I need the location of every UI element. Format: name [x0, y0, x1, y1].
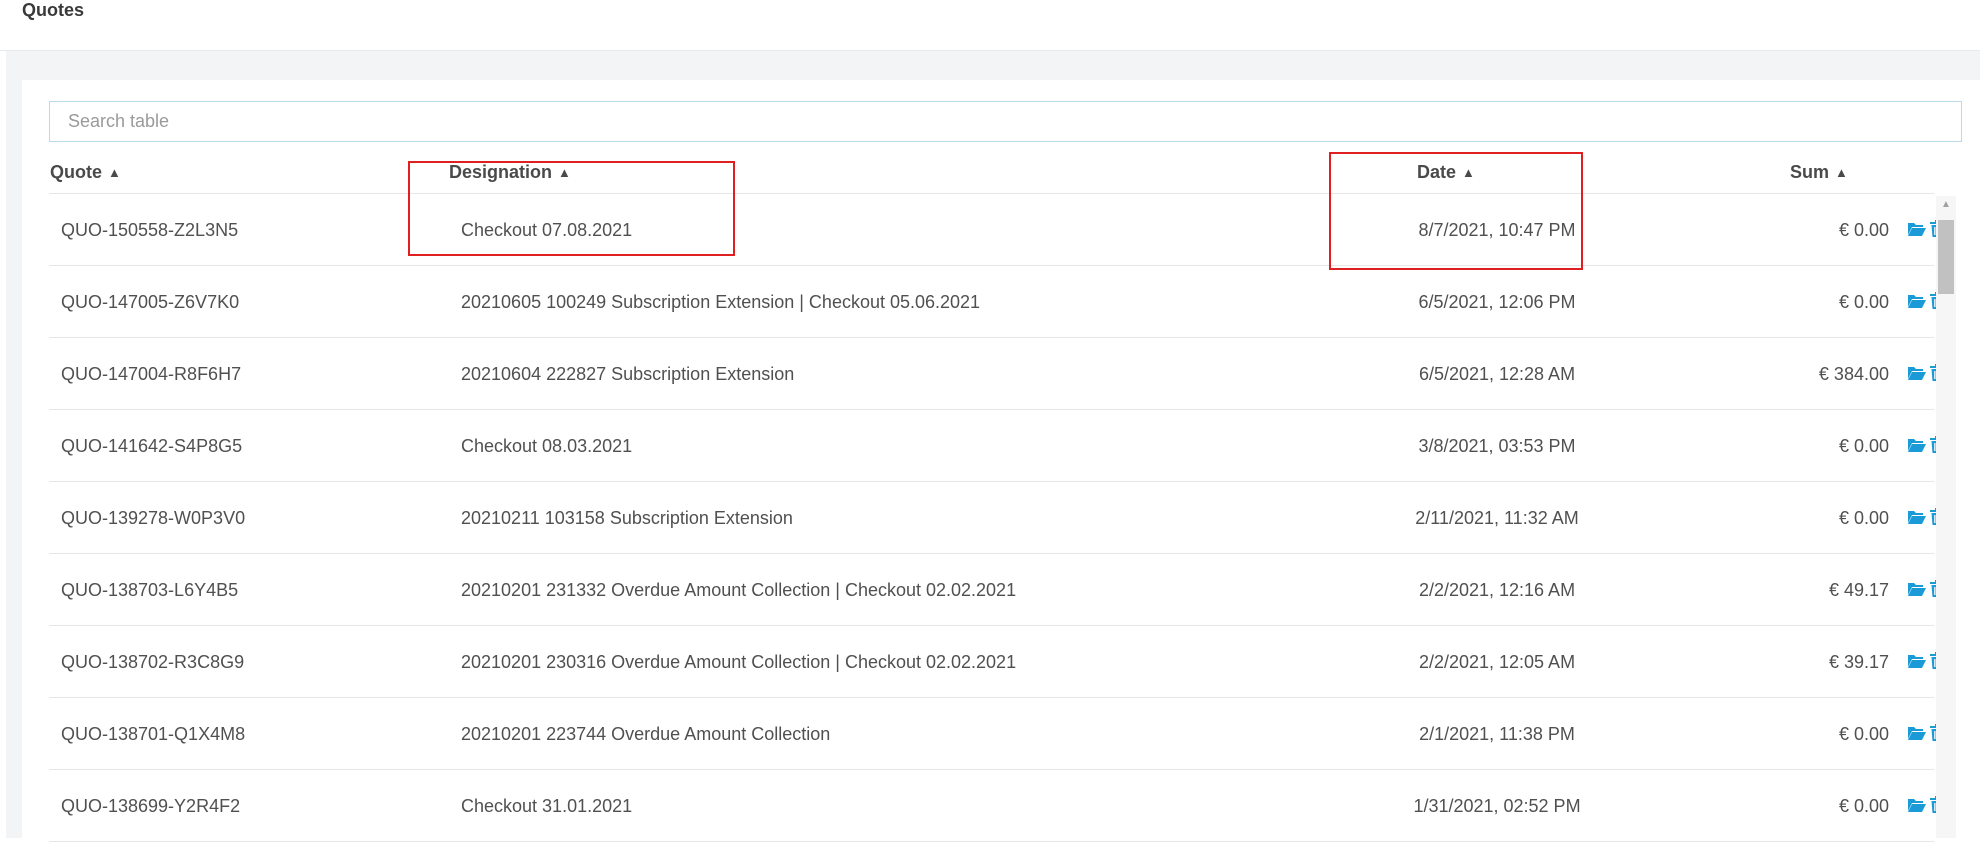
cell-sum: € 0.00	[1838, 724, 1889, 744]
cell-date: 2/2/2021, 12:16 AM	[1418, 580, 1576, 600]
cell-designation: 20210605 100249 Subscription Extension |…	[461, 292, 981, 312]
cell-date: 3/8/2021, 03:53 PM	[1418, 436, 1576, 456]
table-row[interactable]: QUO-138701-Q1X4M8 20210201 223744 Overdue…	[49, 698, 1944, 771]
cell-designation: Checkout 07.08.2021	[461, 220, 633, 240]
column-header-label: Sum	[1790, 162, 1830, 182]
cell-designation: 20210201 231332 Overdue Amount Collectio…	[461, 580, 1017, 600]
sort-icon: ▲︎	[558, 165, 571, 180]
folder-open-icon[interactable]	[1907, 411, 1927, 483]
scrollbar[interactable]: ▲	[1936, 196, 1956, 838]
cell-quote: QUO-138701-Q1X4M8	[61, 724, 246, 744]
folder-open-icon[interactable]	[1907, 699, 1927, 771]
folder-open-icon[interactable]	[1907, 195, 1927, 267]
cell-date: 6/5/2021, 12:28 AM	[1418, 364, 1576, 384]
cell-designation: 20210201 223744 Overdue Amount Collectio…	[461, 724, 831, 744]
column-header-label: Designation	[449, 162, 553, 182]
cell-designation: Checkout 08.03.2021	[461, 436, 633, 456]
table-row[interactable]: QUO-147004-R8F6H7 20210604 222827 Subscri…	[49, 338, 1944, 411]
cell-sum: € 384.00	[1818, 364, 1889, 384]
cell-sum: € 0.00	[1838, 796, 1889, 816]
table-row[interactable]: QUO-147005-Z6V7K0 20210605 100249 Subscri…	[49, 266, 1944, 339]
table-row[interactable]: QUO-141642-S4P8G5 Checkout 08.03.2021 3/8/…	[49, 410, 1944, 483]
column-header-designation[interactable]: Designation ▲︎	[449, 160, 571, 184]
cell-date: 2/1/2021, 11:38 PM	[1419, 724, 1575, 744]
sort-icon: ▲︎	[108, 165, 121, 180]
cell-quote: QUO-150558-Z2L3N5	[61, 220, 239, 240]
folder-open-icon[interactable]	[1907, 555, 1927, 627]
table-row[interactable]: QUO-138703-L6Y4B5 20210201 231332 Overdue…	[49, 554, 1944, 627]
table-row[interactable]: QUO-150558-Z2L3N5 Checkout 07.08.2021 8/7/…	[49, 194, 1944, 267]
sort-icon: ▲︎	[1462, 165, 1475, 180]
folder-open-icon[interactable]	[1907, 339, 1927, 411]
sort-icon: ▲︎	[1835, 165, 1848, 180]
cell-date: 2/11/2021, 11:32 AM	[1415, 508, 1579, 528]
cell-date: 8/7/2021, 10:47 PM	[1418, 220, 1576, 240]
cell-quote: QUO-138699-Y2R4F2	[61, 796, 241, 816]
cell-designation: Checkout 31.01.2021	[461, 796, 633, 816]
cell-quote: QUO-138703-L6Y4B5	[61, 580, 239, 600]
folder-open-icon[interactable]	[1907, 483, 1927, 555]
cell-sum: € 0.00	[1838, 436, 1889, 456]
column-header-label: Date	[1417, 162, 1457, 182]
cell-sum: € 39.17	[1828, 652, 1889, 672]
page-header: Quotes	[0, 0, 1980, 51]
cell-quote: QUO-139278-W0P3V0	[61, 508, 246, 528]
column-header-sum[interactable]: Sum ▲︎	[1790, 160, 1848, 184]
folder-open-icon[interactable]	[1907, 267, 1927, 339]
cell-date: 6/5/2021, 12:06 PM	[1418, 292, 1576, 312]
quotes-table-body: QUO-150558-Z2L3N5 Checkout 07.08.2021 8/7/…	[49, 194, 1944, 843]
cell-sum: € 0.00	[1838, 220, 1889, 240]
column-header-label: Quote	[50, 162, 102, 182]
cell-date: 2/2/2021, 12:05 AM	[1418, 652, 1576, 672]
search-input[interactable]	[49, 101, 1962, 142]
cell-designation: 20210211 103158 Subscription Extension	[461, 508, 793, 528]
table-row[interactable]: QUO-139278-W0P3V0 20210211 103158 Subscri…	[49, 482, 1944, 555]
cell-quote: QUO-141642-S4P8G5	[61, 436, 243, 456]
cell-quote: QUO-147005-Z6V7K0	[61, 292, 240, 312]
folder-open-icon[interactable]	[1907, 771, 1927, 843]
cell-designation: 20210201 230316 Overdue Amount Collectio…	[461, 652, 1017, 672]
cell-sum: € 0.00	[1838, 292, 1889, 312]
scrollbar-thumb[interactable]	[1938, 220, 1954, 294]
column-header-quote[interactable]: Quote ▲︎	[50, 160, 121, 184]
cell-quote: QUO-147004-R8F6H7	[61, 364, 242, 384]
folder-open-icon[interactable]	[1907, 627, 1927, 699]
cell-quote: QUO-138702-R3C8G9	[61, 652, 245, 672]
page-title: Quotes	[22, 0, 85, 20]
table-row[interactable]: QUO-138702-R3C8G9 20210201 230316 Overdue…	[49, 626, 1944, 699]
column-header-date[interactable]: Date ▲︎	[1417, 160, 1475, 184]
scroll-up-icon[interactable]: ▲	[1936, 198, 1956, 212]
cell-sum: € 0.00	[1838, 508, 1889, 528]
cell-date: 1/31/2021, 02:52 PM	[1413, 796, 1581, 816]
table-row[interactable]: QUO-138699-Y2R4F2 Checkout 31.01.2021 1/31…	[49, 770, 1944, 843]
cell-sum: € 49.17	[1828, 580, 1889, 600]
cell-designation: 20210604 222827 Subscription Extension	[461, 364, 795, 384]
